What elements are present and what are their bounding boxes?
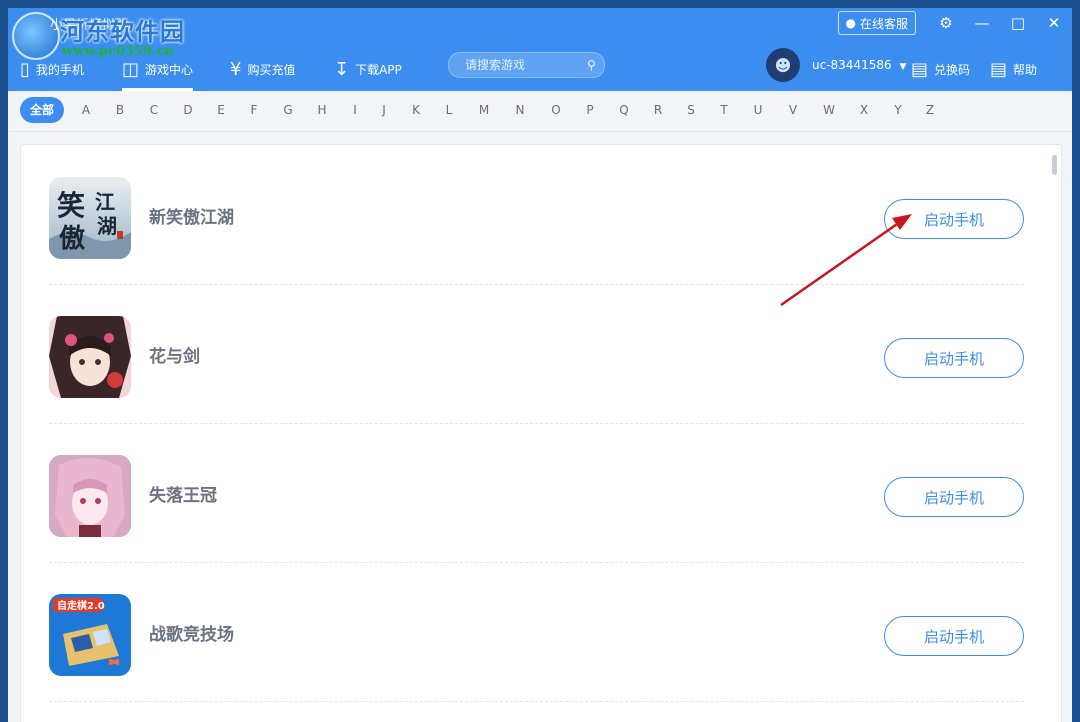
- online-service-label: 在线客服: [859, 16, 908, 31]
- letter-filter-d[interactable]: D: [178, 103, 198, 117]
- game-row: 自走棋2.0 战歌竞技场 启动手机: [49, 562, 1024, 702]
- app-window: 小果折模拟器 河东软件园 www.pc0359.cn ● 在线客服 ⚙ — □ …: [8, 8, 1072, 722]
- letter-filter-q[interactable]: Q: [614, 103, 634, 117]
- game-thumbnail[interactable]: 笑 傲 江 湖: [49, 177, 131, 259]
- online-service-button[interactable]: ● 在线客服: [837, 11, 916, 35]
- scrollbar[interactable]: [1052, 155, 1057, 175]
- cover-text-2: 傲: [59, 223, 86, 254]
- watermark-site-name: 河东软件园: [60, 17, 185, 46]
- letter-filter-c[interactable]: C: [144, 103, 164, 117]
- nav-game-center[interactable]: ◫ 游戏中心: [122, 48, 194, 91]
- nav-download-app[interactable]: ↧ 下载APP: [334, 48, 402, 91]
- flower-sword-cover-image: [49, 316, 131, 398]
- game-thumbnail[interactable]: [49, 316, 131, 398]
- letter-filter-x[interactable]: X: [854, 103, 874, 117]
- letter-filter-u[interactable]: U: [748, 103, 768, 117]
- letter-filter-g[interactable]: G: [278, 103, 298, 117]
- redeem-code-button[interactable]: ▤ 兑换码: [911, 48, 970, 91]
- phone-icon: ▯: [20, 58, 30, 80]
- letter-filter-i[interactable]: I: [345, 103, 365, 117]
- game-name: 失落王冠: [149, 486, 217, 506]
- cover-badge-text: 自走棋2.0: [57, 599, 105, 612]
- launch-phone-button[interactable]: 启动手机: [884, 199, 1024, 239]
- nav-recharge[interactable]: ¥ 购买充值: [230, 48, 295, 91]
- download-icon: ↧: [334, 58, 350, 80]
- launch-phone-button[interactable]: 启动手机: [884, 477, 1024, 517]
- game-row: 花与剑 启动手机: [49, 284, 1024, 424]
- chevron-down-icon: ▼: [899, 62, 907, 72]
- letter-filter-b[interactable]: B: [110, 103, 130, 117]
- nav-my-phone-label: 我的手机: [35, 63, 84, 77]
- launch-phone-button[interactable]: 启动手机: [884, 338, 1024, 378]
- nav-my-phone[interactable]: ▯ 我的手机: [20, 48, 84, 91]
- game-search-box[interactable]: ⚲: [448, 52, 605, 78]
- close-icon[interactable]: ✕: [1036, 14, 1072, 32]
- game-row: 失落王冠 启动手机: [49, 423, 1024, 563]
- game-name: 花与剑: [149, 347, 200, 367]
- help-label: 帮助: [1013, 63, 1038, 77]
- letter-filter-m[interactable]: M: [474, 103, 494, 117]
- letter-filter-s[interactable]: S: [681, 103, 701, 117]
- main-nav: ▯ 我的手机 ◫ 游戏中心 ¥ 购买充值 ↧ 下载APP ⚲ ☻: [8, 48, 1072, 91]
- letter-filter-w[interactable]: W: [819, 103, 839, 117]
- letter-filter-l[interactable]: L: [439, 103, 459, 117]
- gift-icon: ▤: [911, 58, 929, 80]
- letter-filter-all[interactable]: 全部: [20, 97, 64, 123]
- yen-icon: ¥: [230, 58, 242, 80]
- game-name: 战歌竞技场: [149, 625, 234, 645]
- letter-filter-o[interactable]: O: [546, 103, 566, 117]
- minimize-icon[interactable]: —: [964, 14, 1000, 32]
- letter-filter-n[interactable]: N: [510, 103, 530, 117]
- title-bar: 小果折模拟器 河东软件园 www.pc0359.cn ● 在线客服 ⚙ — □ …: [8, 8, 1072, 91]
- cover-text-4: 湖: [97, 214, 117, 238]
- letter-filter-k[interactable]: K: [406, 103, 426, 117]
- letter-filter-f[interactable]: F: [244, 103, 264, 117]
- search-icon[interactable]: ⚲: [587, 58, 596, 72]
- letter-filter-v[interactable]: V: [783, 103, 803, 117]
- launch-phone-button[interactable]: 启动手机: [884, 616, 1024, 656]
- nav-download-app-label: 下载APP: [355, 63, 402, 77]
- user-menu[interactable]: uc-83441586 ▼: [812, 58, 906, 72]
- letter-filter-j[interactable]: J: [374, 103, 394, 117]
- user-icon: ☻: [774, 55, 792, 75]
- redeem-code-label: 兑换码: [934, 63, 971, 77]
- gamepad-icon: ◫: [122, 58, 140, 80]
- letter-filter-t[interactable]: T: [714, 103, 734, 117]
- letter-filter-p[interactable]: P: [580, 103, 600, 117]
- username: uc-83441586: [812, 58, 892, 72]
- chat-bubble-icon: ●: [845, 16, 856, 30]
- letter-filter-e[interactable]: E: [211, 103, 231, 117]
- letter-filter-r[interactable]: R: [648, 103, 668, 117]
- cover-text-3: 江: [95, 190, 115, 214]
- game-thumbnail[interactable]: [49, 455, 131, 537]
- help-button[interactable]: ▤ 帮助: [990, 48, 1037, 91]
- window-controls: ● 在线客服 ⚙ — □ ✕: [837, 8, 1073, 36]
- help-doc-icon: ▤: [990, 58, 1008, 80]
- warsong-cover-image: 自走棋2.0: [49, 594, 131, 676]
- game-thumbnail[interactable]: 自走棋2.0: [49, 594, 131, 676]
- search-input[interactable]: [449, 57, 587, 73]
- letter-filter-a[interactable]: A: [76, 103, 96, 117]
- avatar[interactable]: ☻: [766, 48, 800, 82]
- game-name: 新笑傲江湖: [149, 208, 234, 228]
- nav-recharge-label: 购买充值: [247, 63, 296, 77]
- game-row: 笑 傲 江 湖 新笑傲江湖 启动手机: [49, 145, 1024, 285]
- gear-icon[interactable]: ⚙: [928, 14, 964, 32]
- game-list: 笑 傲 江 湖 新笑傲江湖 启动手机 花与剑 启动手机 失落王冠 启动手机 自走…: [20, 144, 1062, 722]
- lost-crown-cover-image: [49, 455, 131, 537]
- nav-game-center-label: 游戏中心: [145, 63, 194, 77]
- xiaoao-cover-image: 笑 傲 江 湖: [49, 177, 131, 259]
- letter-filter-y[interactable]: Y: [888, 103, 908, 117]
- letter-filter-bar: 全部 ABCDEFGHIJKL M N OPQRSTU V W XYZ: [8, 91, 1072, 132]
- maximize-icon[interactable]: □: [1000, 14, 1036, 32]
- letter-filter-h[interactable]: H: [312, 103, 332, 117]
- letter-filter-z[interactable]: Z: [920, 103, 940, 117]
- cover-text-1: 笑: [57, 189, 85, 222]
